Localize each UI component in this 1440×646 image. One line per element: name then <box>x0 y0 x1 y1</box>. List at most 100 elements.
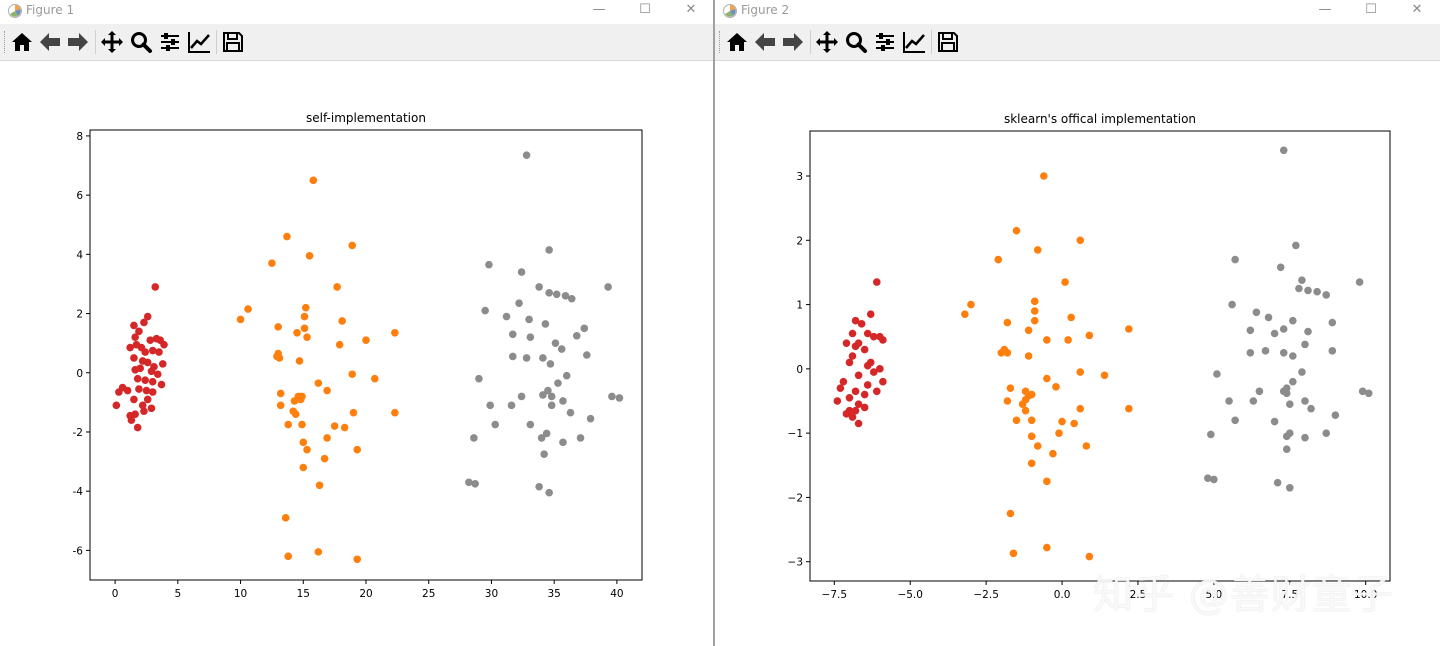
data-point-cluster-1 <box>833 397 842 405</box>
x-tick-label: 40 <box>610 588 623 600</box>
maximize-button[interactable]: ☐ <box>622 0 668 22</box>
data-point-cluster-2 <box>290 397 299 405</box>
data-point-cluster-1 <box>135 385 143 393</box>
data-point-cluster-2 <box>314 379 323 387</box>
data-point-cluster-3 <box>525 315 533 324</box>
data-point-cluster-1 <box>115 388 123 396</box>
data-point-cluster-2 <box>1009 549 1018 558</box>
data-point-cluster-3 <box>580 324 589 333</box>
data-point-cluster-3 <box>522 151 531 159</box>
figure-2-canvas[interactable]: sklearn's offical implementation −7.5 −5.0… <box>715 61 1440 646</box>
data-point-cluster-1 <box>133 423 142 432</box>
navigation-toolbar <box>0 24 713 61</box>
data-point-cluster-2 <box>323 434 331 442</box>
toolbar-separator <box>810 30 811 54</box>
data-point-cluster-2 <box>275 354 284 362</box>
edit-axis-button[interactable] <box>902 30 926 54</box>
data-point-cluster-1 <box>860 390 869 399</box>
data-point-cluster-3 <box>535 283 543 291</box>
y-tick-label: 8 <box>76 131 83 143</box>
data-point-cluster-3 <box>508 352 517 361</box>
back-button[interactable] <box>753 30 777 54</box>
x-tick-label: 0 <box>112 588 119 600</box>
data-point-cluster-3 <box>1301 340 1309 349</box>
close-button[interactable]: ✕ <box>668 0 713 22</box>
data-point-cluster-1 <box>127 416 136 424</box>
floppy-disk-icon <box>938 32 958 52</box>
figure-2-window: Figure 2 — ☐ ✕ sklearn's offical impleme… <box>715 0 1440 646</box>
data-point-cluster-2 <box>1070 419 1078 428</box>
figure-1-canvas[interactable]: self-implementation0 5 10 15 20 25 30 35 40-6-4-… <box>0 61 713 646</box>
close-button[interactable]: ✕ <box>1394 0 1440 22</box>
data-point-cluster-2 <box>338 317 346 325</box>
data-point-cluster-2 <box>1064 336 1072 344</box>
data-point-cluster-1 <box>141 376 149 384</box>
data-point-cluster-3 <box>1298 368 1306 376</box>
sliders-icon <box>876 33 894 51</box>
pan-button[interactable] <box>100 30 124 54</box>
data-point-cluster-3 <box>508 330 517 339</box>
home-button[interactable] <box>10 30 34 54</box>
data-point-cluster-3 <box>481 306 489 315</box>
data-point-cluster-3 <box>1313 287 1321 296</box>
data-point-cluster-2 <box>1030 316 1039 325</box>
data-point-cluster-1 <box>842 339 851 347</box>
pan-button[interactable] <box>815 30 839 54</box>
y-tick-label: −3 <box>788 557 803 569</box>
title-bar[interactable]: Figure 2 — ☐ ✕ <box>715 0 1440 24</box>
minimize-button[interactable]: — <box>576 0 622 22</box>
data-point-cluster-1 <box>860 345 869 354</box>
data-point-cluster-1 <box>879 377 887 386</box>
data-point-cluster-3 <box>1328 347 1337 355</box>
data-point-cluster-3 <box>547 392 556 401</box>
data-point-cluster-2 <box>349 408 358 417</box>
x-tick-label: 35 <box>547 588 560 600</box>
data-point-cluster-2 <box>298 420 306 429</box>
data-point-cluster-3 <box>537 434 546 442</box>
chart-title: sklearn's offical implementation <box>1004 112 1196 126</box>
title-bar[interactable]: Figure 1 — ☐ ✕ <box>0 0 713 24</box>
configure-subplots-button[interactable] <box>873 30 897 54</box>
arrow-right-icon <box>68 33 88 51</box>
data-point-cluster-2 <box>1030 297 1039 306</box>
zoom-button[interactable] <box>844 30 868 54</box>
data-point-cluster-1 <box>866 310 875 319</box>
data-point-cluster-3 <box>1282 389 1291 398</box>
y-tick-label: 3 <box>796 171 803 183</box>
data-point-cluster-3 <box>567 294 576 303</box>
data-point-cluster-3 <box>515 299 523 307</box>
minimize-button[interactable]: — <box>1302 0 1348 22</box>
matplotlib-app-icon <box>722 3 738 19</box>
window-title: Figure 2 <box>741 3 790 17</box>
data-point-cluster-3 <box>465 478 473 487</box>
data-point-cluster-3 <box>547 401 556 410</box>
data-point-cluster-1 <box>147 404 156 413</box>
toolbar-separator <box>216 30 217 54</box>
configure-subplots-button[interactable] <box>158 30 182 54</box>
save-button[interactable] <box>936 30 960 54</box>
toolbar-separator <box>95 30 96 54</box>
data-point-cluster-3 <box>608 392 616 401</box>
data-point-cluster-1 <box>142 386 151 395</box>
zoom-button[interactable] <box>129 30 153 54</box>
data-point-cluster-3 <box>557 345 566 353</box>
edit-axis-button[interactable] <box>187 30 211 54</box>
save-button[interactable] <box>221 30 245 54</box>
data-point-cluster-1 <box>140 318 148 327</box>
home-button[interactable] <box>725 30 749 54</box>
data-point-cluster-3 <box>522 354 531 362</box>
y-tick-label: 4 <box>76 249 83 261</box>
forward-button[interactable] <box>781 30 805 54</box>
data-point-cluster-2 <box>300 324 309 333</box>
data-point-cluster-2 <box>1006 509 1015 518</box>
data-point-cluster-3 <box>1289 316 1297 325</box>
forward-button[interactable] <box>66 30 90 54</box>
data-point-cluster-1 <box>148 346 157 355</box>
maximize-button[interactable]: ☐ <box>1348 0 1394 22</box>
back-button[interactable] <box>38 30 62 54</box>
data-point-cluster-2 <box>293 328 301 337</box>
magnifier-icon <box>131 32 152 53</box>
data-point-cluster-3 <box>1285 400 1294 409</box>
data-point-cluster-2 <box>296 395 305 404</box>
data-point-cluster-3 <box>1328 318 1337 327</box>
